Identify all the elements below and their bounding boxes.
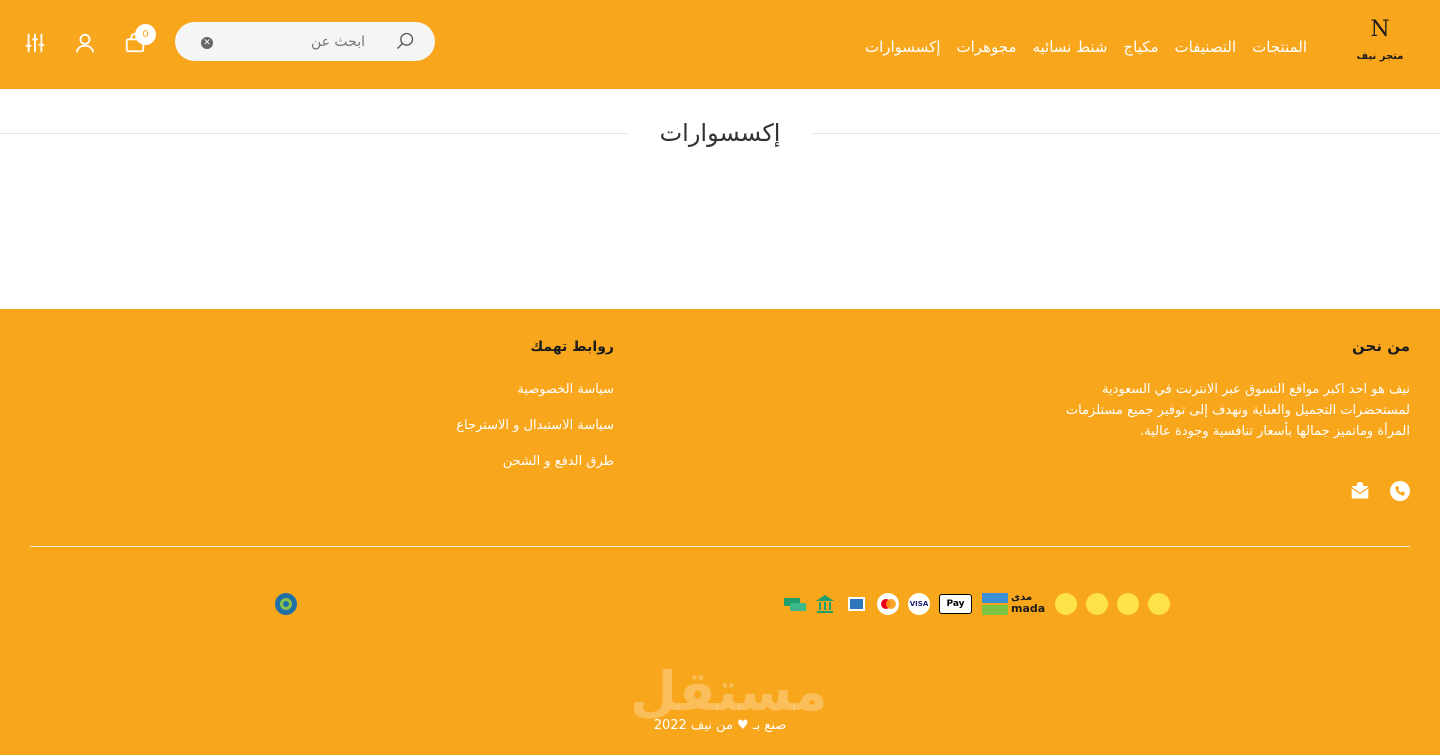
email-icon[interactable] <box>1350 481 1370 501</box>
amex-logo <box>848 593 865 615</box>
page-title-row: إكسسوارات <box>0 119 1440 147</box>
badge-icon <box>1148 593 1170 615</box>
mastercard-logo <box>877 593 899 615</box>
phone-icon[interactable] <box>1390 481 1410 501</box>
apple-pay-logo: Pay <box>939 593 972 615</box>
logo-mark: N <box>1370 17 1390 42</box>
page-title: إكسسوارات <box>629 119 811 147</box>
badge-icon <box>1055 593 1077 615</box>
return-policy-link[interactable]: سياسة الاستبدال و الاسترجاع <box>456 418 614 433</box>
apple-pay-label: Pay <box>946 599 965 609</box>
filter-icon[interactable] <box>24 32 46 54</box>
mada-label: mada <box>1011 602 1046 615</box>
payment-shipping-link[interactable]: طرق الدفع و الشحن <box>503 454 614 469</box>
visa-logo: VISA <box>908 593 930 615</box>
badge-icon <box>1086 593 1108 615</box>
nav-item-products[interactable]: المنتجات <box>1244 35 1315 59</box>
maroof-icon[interactable] <box>275 593 297 615</box>
nav-item-jewelry[interactable]: مجوهرات <box>949 35 1025 59</box>
nav-item-makeup[interactable]: مكياج <box>1115 35 1166 59</box>
footer-divider <box>30 546 1410 547</box>
copyright-text: صنع بـ ♥ من نيف 2022 <box>653 718 787 733</box>
logo-text: متجر نيف <box>1356 51 1404 62</box>
mada-logo: مدى mada <box>982 592 1046 615</box>
main-nav: المنتجات التصنيفات مكياج شنط نسائيه مجوه… <box>857 35 1315 59</box>
page-title-section: إكسسوارات <box>0 115 1440 155</box>
search-input[interactable] <box>215 22 365 61</box>
user-icon[interactable] <box>74 32 96 54</box>
nav-item-bags[interactable]: شنط نسائيه <box>1024 35 1115 59</box>
search-icon[interactable] <box>395 31 415 51</box>
nav-item-categories[interactable]: التصنيفات <box>1167 35 1245 59</box>
useful-links-title: روابط تهمك <box>530 339 614 355</box>
store-logo[interactable]: N متجر نيف <box>1352 16 1408 72</box>
clear-icon[interactable]: ✕ <box>201 37 213 49</box>
site-footer: من نحن نيف هو احد اكبر مواقع التسوق عبر … <box>0 309 1440 755</box>
about-text: نيف هو احد اكبر مواقع التسوق عبر الانترن… <box>1065 382 1410 439</box>
about-title: من نحن <box>1352 337 1410 355</box>
badge-icon <box>1117 593 1139 615</box>
privacy-policy-link[interactable]: سياسة الخصوصية <box>517 382 614 397</box>
visa-label: VISA <box>909 600 929 608</box>
site-header: N متجر نيف المنتجات التصنيفات مكياج شنط … <box>0 0 1440 89</box>
cart-count-badge: 0 <box>135 24 156 45</box>
search-box: ✕ <box>175 22 435 61</box>
cash-icon <box>784 593 806 615</box>
nav-item-accessories[interactable]: إكسسوارات <box>857 35 949 59</box>
bank-transfer-icon <box>815 593 835 615</box>
